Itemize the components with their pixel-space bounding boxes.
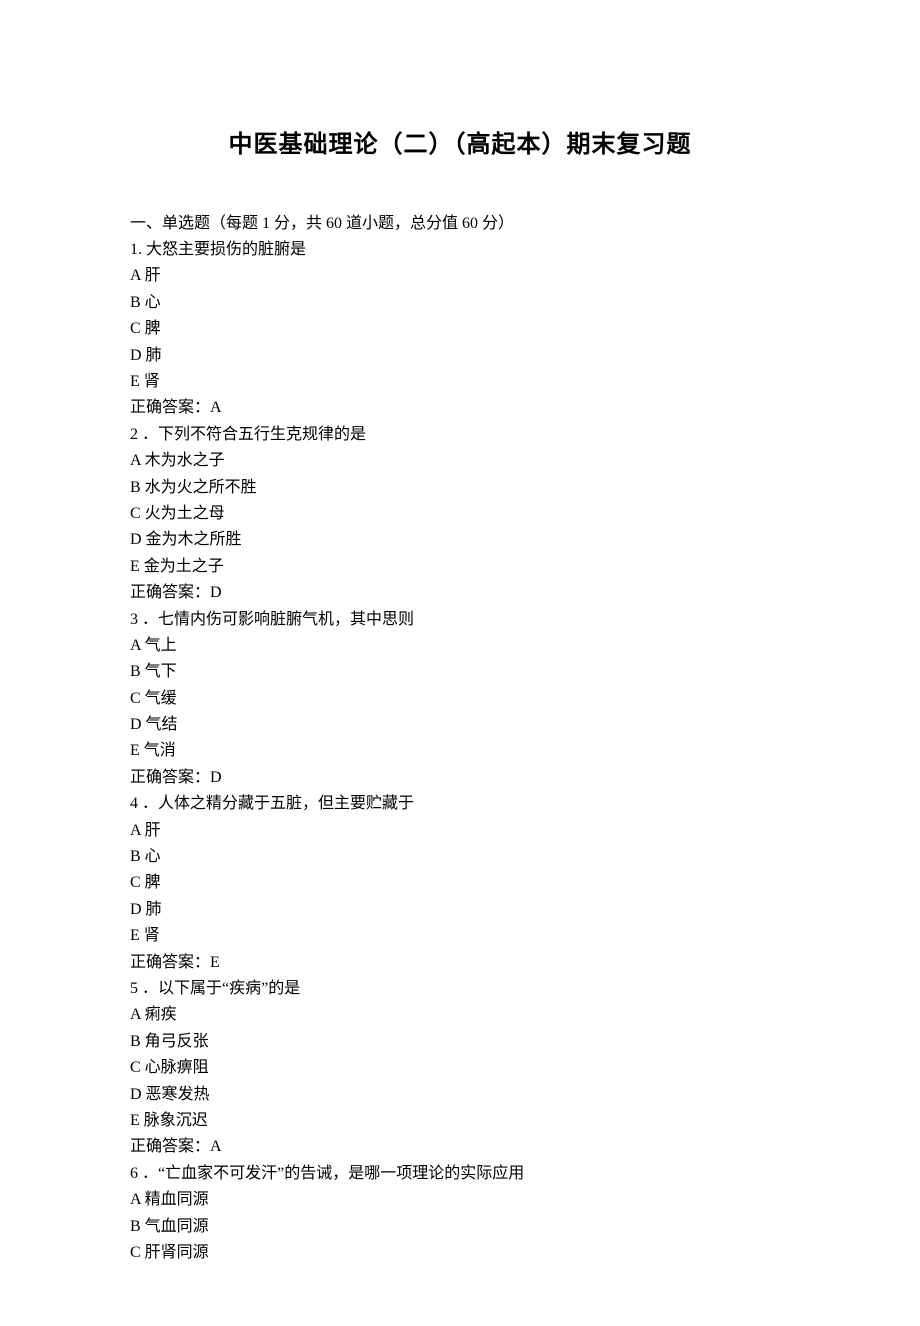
option-text: C 心脉痹阻 — [130, 1055, 790, 1081]
option-text: C 肝肾同源 — [130, 1240, 790, 1266]
answer-text: 正确答案：A — [130, 395, 790, 421]
question-text: 3 ．七情内伤可影响脏腑气机，其中思则 — [130, 607, 790, 633]
question-text: 1. 大怒主要损伤的脏腑是 — [130, 237, 790, 263]
option-text: B 气血同源 — [130, 1214, 790, 1240]
option-text: D 金为木之所胜 — [130, 527, 790, 553]
option-text: B 心 — [130, 844, 790, 870]
page-title: 中医基础理论（二）（高起本）期末复习题 — [130, 126, 790, 166]
question-text: 2 ．下列不符合五行生克规律的是 — [130, 422, 790, 448]
option-text: B 水为火之所不胜 — [130, 475, 790, 501]
answer-text: 正确答案：D — [130, 765, 790, 791]
answer-text: 正确答案：D — [130, 580, 790, 606]
option-text: B 角弓反张 — [130, 1029, 790, 1055]
option-text: D 肺 — [130, 343, 790, 369]
question-text: 6 ．“亡血家不可发汗”的告诫，是哪一项理论的实际应用 — [130, 1161, 790, 1187]
option-text: A 痢疾 — [130, 1002, 790, 1028]
option-text: A 木为水之子 — [130, 448, 790, 474]
option-text: E 肾 — [130, 369, 790, 395]
option-text: A 肝 — [130, 263, 790, 289]
option-text: A 肝 — [130, 818, 790, 844]
option-text: C 脾 — [130, 870, 790, 896]
option-text: D 肺 — [130, 897, 790, 923]
option-text: E 肾 — [130, 923, 790, 949]
option-text: C 气缓 — [130, 686, 790, 712]
answer-text: 正确答案：E — [130, 950, 790, 976]
option-text: B 气下 — [130, 659, 790, 685]
answer-text: 正确答案：A — [130, 1134, 790, 1160]
questions-container: 1. 大怒主要损伤的脏腑是A 肝B 心C 脾D 肺E 肾正确答案：A2 ．下列不… — [130, 237, 790, 1266]
section-header: 一、单选题（每题 1 分，共 60 道小题，总分值 60 分） — [130, 211, 790, 237]
option-text: C 火为土之母 — [130, 501, 790, 527]
option-text: C 脾 — [130, 316, 790, 342]
option-text: A 精血同源 — [130, 1187, 790, 1213]
option-text: D 气结 — [130, 712, 790, 738]
option-text: E 气消 — [130, 738, 790, 764]
option-text: B 心 — [130, 290, 790, 316]
question-text: 4 ．人体之精分藏于五脏，但主要贮藏于 — [130, 791, 790, 817]
question-text: 5 ．以下属于“疾病”的是 — [130, 976, 790, 1002]
option-text: A 气上 — [130, 633, 790, 659]
option-text: D 恶寒发热 — [130, 1082, 790, 1108]
option-text: E 脉象沉迟 — [130, 1108, 790, 1134]
option-text: E 金为土之子 — [130, 554, 790, 580]
